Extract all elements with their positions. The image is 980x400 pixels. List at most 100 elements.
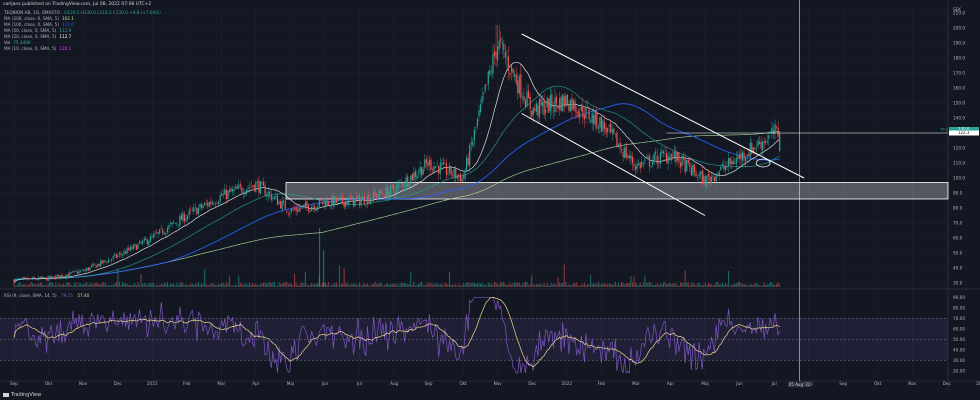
volume-bar (368, 285, 370, 287)
volume-bar (294, 273, 296, 287)
candle-body (266, 195, 268, 197)
volume-bar (707, 282, 709, 287)
candle-body (701, 170, 703, 185)
volume-bar (554, 283, 556, 287)
candle-body (515, 74, 517, 84)
volume-bar (227, 283, 229, 287)
volume-bar (38, 283, 40, 287)
volume-bar (701, 285, 703, 287)
volume-bar (588, 284, 590, 287)
volume-bar (591, 283, 593, 287)
price-tick-label: 170.0 (953, 71, 965, 76)
volume-bar (287, 283, 289, 287)
volume-bar (768, 284, 770, 287)
rsi-tick-label: 60.00 (953, 326, 965, 331)
volume-bar (259, 284, 261, 287)
volume-bar (179, 282, 181, 287)
date-tick-label: Mar (632, 381, 640, 386)
candle-body (194, 207, 196, 208)
volume-bar (769, 282, 771, 287)
price-tick-label: 150.0 (953, 101, 965, 106)
candle-body (298, 207, 300, 212)
volume-bar (543, 283, 545, 287)
candle-body (555, 96, 558, 104)
candle-body (247, 187, 249, 190)
volume-bar (706, 285, 708, 287)
volume-bar (765, 284, 767, 287)
volume-bar (388, 284, 390, 287)
candle-body (714, 176, 716, 182)
candle-body (538, 98, 541, 118)
candle-body (693, 164, 696, 173)
candle-body (676, 152, 678, 161)
candle-body (334, 196, 336, 206)
candle-body (118, 253, 120, 255)
candle-body (239, 183, 241, 187)
volume-bar (174, 285, 176, 287)
rsi-ma-value: 57.40 (77, 293, 90, 298)
volume-bar (419, 282, 421, 287)
volume-bar (334, 283, 336, 287)
candle-body (639, 162, 641, 169)
candle-body (779, 133, 781, 151)
volume-bar (760, 285, 762, 287)
volume-bar (669, 282, 671, 287)
candle-body (362, 196, 364, 201)
price-chart[interactable]: 210.0200.0190.0180.0170.0160.0150.0140.0… (0, 0, 980, 400)
candle-body (548, 98, 550, 114)
volume-bar (276, 285, 279, 287)
volume-bar (185, 284, 187, 287)
candle-body (709, 176, 711, 182)
volume-bar (724, 282, 726, 287)
candle-body (631, 156, 634, 164)
volume-bar (714, 284, 716, 287)
volume-bar (321, 282, 323, 287)
tradingview-logo[interactable]: TradingView (3, 392, 41, 398)
volume-bar (264, 282, 266, 287)
candle-body (166, 228, 169, 233)
candle-body (765, 140, 767, 143)
candle-body (518, 75, 520, 94)
date-tick-label: Mar (217, 381, 225, 386)
volume-bar (252, 282, 254, 287)
candle-body (560, 96, 562, 111)
candle-body (748, 154, 750, 157)
candle-body (690, 167, 692, 176)
volume-bar (90, 284, 93, 287)
volume-bar (335, 282, 337, 287)
volume-bar (666, 284, 668, 287)
candle-body (98, 263, 100, 266)
candle-body (30, 278, 32, 279)
volume-bar (697, 283, 699, 287)
volume-bar (269, 281, 271, 287)
date-tick-label: Sep (839, 381, 847, 386)
volume-bar (55, 282, 57, 287)
volume-bar (503, 281, 505, 287)
candle-body (679, 162, 682, 168)
candle-body (492, 54, 494, 75)
candle-body (624, 147, 626, 158)
volume-bar (661, 284, 663, 287)
candle-body (300, 208, 302, 209)
volume-bar (599, 284, 601, 287)
candle-body (698, 173, 700, 177)
volume-bar (461, 285, 463, 287)
candle-body (326, 199, 328, 207)
volume-bar (749, 284, 751, 287)
candle-body (579, 112, 581, 118)
volume-bar (481, 282, 483, 287)
volume-bar (176, 283, 178, 287)
volume-bar (475, 284, 477, 287)
volume-bar (673, 283, 675, 287)
candle-body (146, 239, 148, 245)
candle-body (22, 277, 24, 279)
candle-body (94, 263, 96, 265)
volume-bar (523, 282, 525, 287)
volume-bar (121, 282, 124, 287)
volume-bar (61, 284, 63, 287)
volume-bar (684, 270, 686, 287)
date-tick-label: Okt (459, 381, 467, 386)
candle-body (772, 129, 775, 135)
candle-body (428, 159, 430, 165)
candle-body (323, 200, 325, 204)
